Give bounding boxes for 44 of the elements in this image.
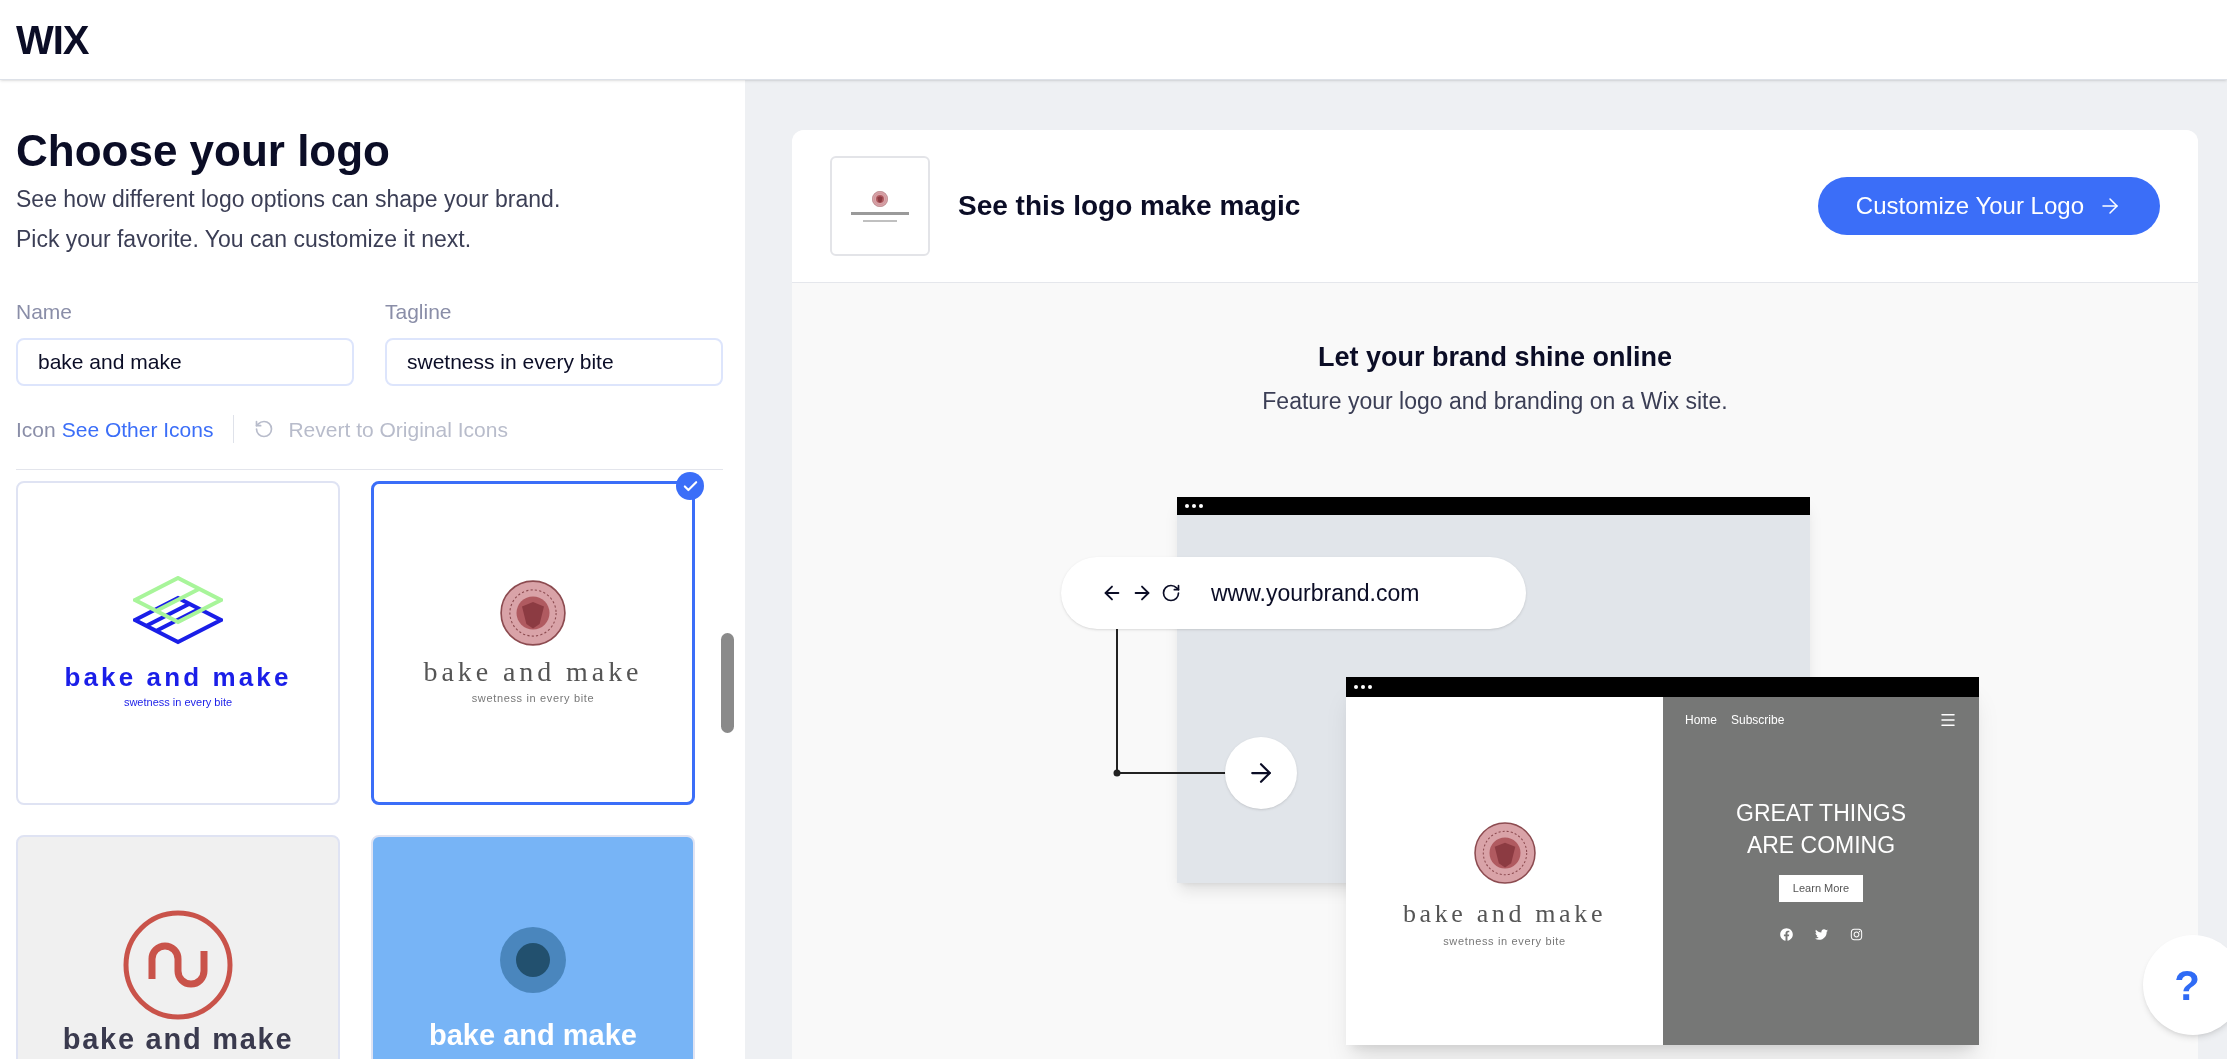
text-input[interactable]: swetness in every bite <box>385 337 723 386</box>
field-label: Name <box>16 299 74 325</box>
reload-icon <box>1161 583 1181 603</box>
customize-logo-button[interactable]: Customize Your Logo <box>1817 177 2160 235</box>
badge-emblem-icon <box>500 579 566 646</box>
icon-label: Icon <box>16 416 56 443</box>
panel-title: Choose your logo <box>16 125 391 177</box>
facebook-icon[interactable] <box>1779 927 1793 941</box>
scrollbar-thumb[interactable] <box>721 633 734 733</box>
logo-option-card[interactable]: bake and make <box>16 835 340 1059</box>
wave-circle-icon <box>122 909 234 1021</box>
instagram-icon[interactable] <box>1849 927 1863 941</box>
panel-description: See how different logo options can shape your brand. <box>16 185 562 214</box>
badge-emblem-icon <box>1473 822 1536 885</box>
twitter-icon[interactable] <box>1814 927 1828 941</box>
badge-emblem-icon <box>872 190 888 207</box>
dot-circle-icon <box>500 927 566 993</box>
field-label: Tagline <box>385 299 453 325</box>
url-text: www.yourbrand.com <box>1211 578 1420 608</box>
text-input[interactable]: bake and make <box>16 337 354 386</box>
site-headline: ARE COMING <box>1746 831 1896 860</box>
site-headline: GREAT THINGS <box>1736 799 1906 828</box>
logo-option-card[interactable]: bake and make swetness in every bite <box>16 481 340 805</box>
logo-name: bake and make <box>62 1025 294 1054</box>
showcase-title: Let your brand shine online <box>1317 341 1672 374</box>
logo-name: bake and make <box>429 1021 637 1050</box>
logo-tagline: swetness in every bite <box>123 694 233 710</box>
preview-heading: See this logo make magic <box>958 189 1301 223</box>
check-icon <box>676 472 704 500</box>
logo-option-card[interactable]: bake and make swetness in every bite <box>371 481 695 805</box>
site-nav-link[interactable]: Home <box>1685 711 1717 729</box>
menu-icon[interactable] <box>1939 711 1957 729</box>
site-logo-name: bake and make <box>1402 898 1607 931</box>
site-logo[interactable]: WIX <box>16 9 89 70</box>
see-other-icons-link[interactable]: See Other Icons <box>61 413 214 445</box>
showcase-subtitle: Feature your logo and branding on a Wix site. <box>1262 386 1728 416</box>
site-logo-tagline: swetness in every bite <box>1443 934 1566 950</box>
undo-icon <box>254 419 275 440</box>
panel-description: Pick your favorite. You can customize it next. <box>16 225 473 254</box>
site-nav-link[interactable]: Subscribe <box>1731 711 1785 729</box>
logo-tagline: swetness in every bite <box>471 690 595 706</box>
logo-name: bake and make <box>64 663 292 690</box>
logo-name: bake and make <box>423 657 643 686</box>
learn-more-button[interactable]: Learn More <box>1778 875 1864 902</box>
